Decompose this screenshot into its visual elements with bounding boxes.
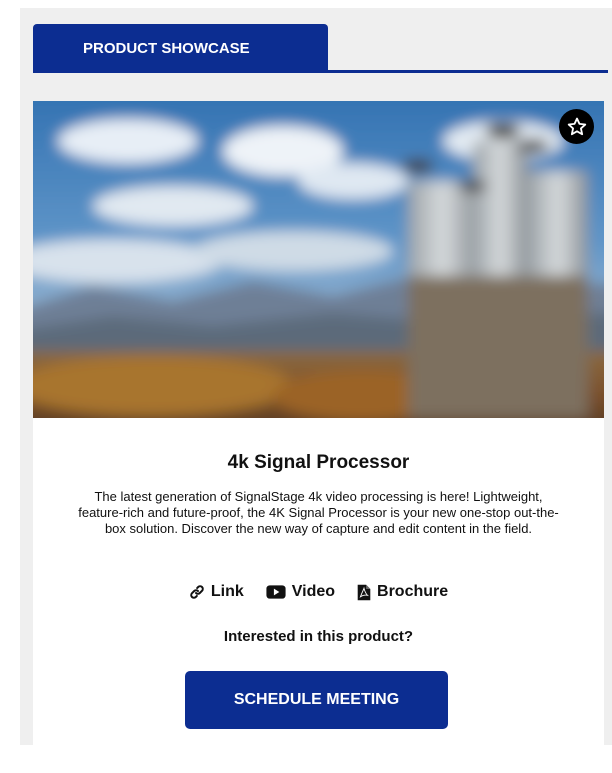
product-title: 4k Signal Processor — [227, 452, 410, 473]
brochure-resource[interactable]: Brochure — [357, 583, 448, 601]
schedule-meeting-button[interactable]: SCHEDULE MEETING — [185, 671, 448, 729]
brochure-label: Brochure — [377, 583, 449, 600]
favorite-button[interactable] — [559, 109, 594, 144]
product-image — [33, 101, 604, 418]
video-label: Video — [291, 583, 336, 600]
schedule-meeting-label: SCHEDULE MEETING — [233, 691, 400, 708]
tab-underline — [33, 70, 608, 73]
star-outline-icon — [567, 117, 586, 135]
video-resource[interactable]: Video — [266, 583, 335, 601]
link-resource[interactable]: Link — [189, 583, 244, 601]
video-icon — [266, 585, 286, 599]
resource-links: Link Video Brochure — [33, 583, 604, 601]
link-icon — [190, 585, 204, 599]
product-description: The latest generation of SignalStage 4k … — [78, 489, 559, 536]
tab-label: PRODUCT SHOWCASE — [83, 40, 250, 57]
pdf-icon — [357, 584, 371, 600]
interest-prompt: Interested in this product? — [223, 628, 414, 645]
tab-product-showcase[interactable]: PRODUCT SHOWCASE — [33, 24, 328, 73]
product-card: 4k Signal Processor The latest generatio… — [33, 101, 604, 745]
tab-bar: PRODUCT SHOWCASE — [33, 24, 612, 74]
link-label: Link — [210, 583, 244, 600]
